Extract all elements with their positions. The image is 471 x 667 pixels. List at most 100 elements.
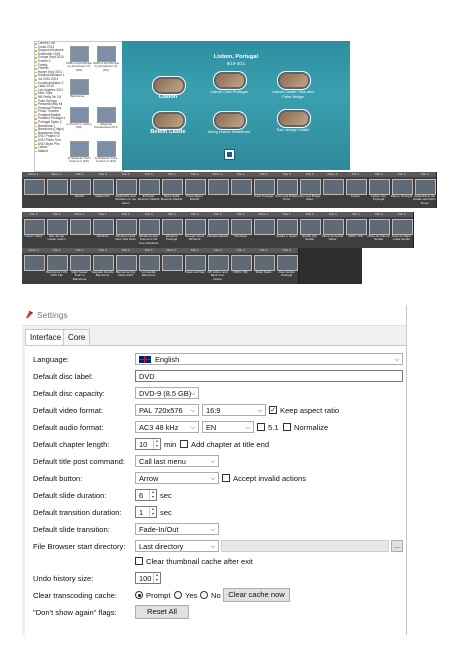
timeline-tile[interactable]: Title 6 Albufeira Beach	[206, 212, 230, 248]
timeline-tile[interactable]: Title 5 Jose Sevilla Portugal	[275, 248, 299, 284]
tile-header: Title 1	[229, 172, 252, 177]
timeline-tile[interactable]: Menu 1	[160, 248, 184, 284]
radio-no[interactable]	[200, 591, 208, 599]
timeline-tile[interactable]: Title 7 The Near	[229, 212, 253, 248]
spinner-arrows-icon[interactable]: ▲ ▼	[149, 490, 156, 500]
timeline-tile[interactable]: Title 1 Seville 1, Spain	[275, 212, 299, 248]
tab-core[interactable]: Core	[63, 329, 91, 345]
spinner-arrows-icon[interactable]: ▲ ▼	[149, 507, 156, 517]
timeline-tile[interactable]: Menu 1	[22, 248, 46, 284]
photo-thumbnail[interactable]	[70, 79, 89, 95]
timeline-tile[interactable]: Title 5 Plaza de l'Opera Sevilla	[367, 212, 391, 248]
tile-caption: Albufeira Hotel View Villa Ryan	[115, 235, 136, 242]
menu-button-label: Sao Jeorge Castle	[276, 127, 310, 132]
timeline-tile[interactable]: Title 2 Lisbon City Portugal	[367, 172, 391, 208]
accept-invalid-checkbox[interactable]	[222, 474, 230, 482]
radio-yes[interactable]	[174, 591, 182, 599]
chapter-length-spinner[interactable]: 10 ▲ ▼	[135, 438, 161, 450]
menu-button-thumbnail[interactable]	[213, 71, 247, 90]
timeline-tile[interactable]: Menu 1	[206, 172, 230, 208]
timeline-tile[interactable]: Title 5 Lisbon Trams	[22, 212, 46, 248]
browser-start-select[interactable]: Last directory ⌵	[135, 540, 219, 552]
clear-thumbnail-checkbox[interactable]	[135, 557, 143, 565]
title-bar[interactable]: Settings	[22, 305, 406, 326]
post-command-select[interactable]: Call last menu ⌵	[135, 455, 219, 467]
timeline-tile[interactable]: Menu 1	[321, 172, 345, 208]
audio-language-select[interactable]: EN ⌵	[202, 421, 254, 433]
radio-prompt[interactable]	[135, 591, 143, 599]
keep-aspect-checkbox[interactable]: ✓	[269, 406, 277, 414]
normalize-checkbox[interactable]	[283, 423, 291, 431]
transition-duration-spinner[interactable]: 1 ▲ ▼	[135, 506, 157, 518]
timeline-tile[interactable]: Title 5 Benagil Caves Albufeira	[183, 212, 207, 248]
timeline-tile[interactable]: Title 6 Park de Maria Luisa Seville	[390, 212, 414, 248]
timeline-tile[interactable]: Title 1 Barcelona 1 CS 2015 Clip	[45, 248, 69, 284]
timeline-tile[interactable]: Title 4 Dom Luis Bridge Video	[298, 172, 322, 208]
surround-51-checkbox[interactable]	[257, 423, 265, 431]
timeline-tile[interactable]: Title 3 Belem, Portugal	[390, 172, 414, 208]
timeline-tile[interactable]: Title 3 Sagrada Familia Barcelona	[91, 248, 115, 284]
photo-thumbnail[interactable]	[97, 107, 116, 123]
audio-format-select[interactable]: AC3 48 kHz ⌵	[135, 421, 199, 433]
timeline-tile[interactable]: Title 1 Madrid	[68, 172, 92, 208]
photo-thumbnail[interactable]	[70, 107, 89, 123]
photo-thumbnail[interactable]	[70, 141, 89, 157]
timeline-tile[interactable]: Title 2 Madrid Pio	[91, 172, 115, 208]
timeline-tile[interactable]: Title 1 Albufeira	[91, 212, 115, 248]
menu-button-thumbnail[interactable]	[152, 111, 186, 130]
timeline-tile[interactable]: Menu 2	[45, 172, 69, 208]
timeline-tile[interactable]: Title 3 Plaza de Sevilla Setas	[321, 212, 345, 248]
tile-header: Title 6	[183, 172, 206, 177]
timeline-tile[interactable]: Title 3 Albufeira Hotel Pool and Old Town…	[137, 212, 161, 248]
timeline-tile[interactable]: Title 5 Reina Sofia Museum Madrid	[160, 172, 184, 208]
timeline-tile[interactable]: Title 1 Travel and Map	[183, 248, 207, 284]
timeline-tile[interactable]: Title 2 Albufeira Hotel View Villa Ryan	[114, 212, 138, 248]
timeline-tile[interactable]: Title 6 Sao Jeorge Castle Lisbon	[45, 212, 69, 248]
disc-capacity-select[interactable]: DVD-9 (8.5 GB) ⌵	[135, 387, 199, 399]
undo-history-spinner[interactable]: 100 ▲ ▼	[135, 572, 161, 584]
slide-transition-select[interactable]: Fade-In/Out ⌵	[135, 523, 219, 535]
aspect-ratio-select[interactable]: 16:9 ⌵	[202, 404, 266, 416]
disc-label-input[interactable]: DVD	[135, 370, 403, 382]
timeline-tile[interactable]: Title 4 El Prado Museum Madrid	[137, 172, 161, 208]
timeline-tile[interactable]: Title 1 Lisbon	[344, 172, 368, 208]
photo-thumbnail[interactable]	[97, 46, 116, 62]
spinner-arrows-icon[interactable]: ▲ ▼	[153, 439, 160, 449]
spinner-arrows-icon[interactable]: ▲ ▼	[153, 573, 160, 583]
home-navigation-icon[interactable]	[224, 149, 235, 160]
timeline-tile[interactable]: Title 2 Porto Portugal	[252, 172, 276, 208]
timeline-tile[interactable]: Title 2 MK Lisbon and Back from Lisbon	[206, 248, 230, 284]
timeline-tile[interactable]: Menu 1	[68, 212, 92, 248]
reset-all-button[interactable]: Reset All	[135, 605, 189, 619]
menu-button-thumbnail[interactable]	[152, 76, 186, 95]
timeline-tile[interactable]: Title 2 High Speed Train to Barcelona	[68, 248, 92, 284]
audio-format-label: Default audio format:	[33, 423, 104, 432]
photo-thumbnail[interactable]	[97, 141, 116, 157]
timeline-tile[interactable]: Title 1	[229, 172, 253, 208]
timeline-tile[interactable]: Title 4 Cathedral in the Estate and Palm …	[413, 172, 437, 208]
video-format-select[interactable]: PAL 720x576 ⌵	[135, 404, 199, 416]
tab-interface[interactable]: Interface	[25, 329, 67, 346]
timeline-tile[interactable]: Title 6 Plaza Mayor Madrid	[183, 172, 207, 208]
clear-cache-button[interactable]: Clear cache now	[223, 588, 290, 602]
timeline-tile[interactable]: Title 4 Maps Spain	[252, 248, 276, 284]
browse-button[interactable]: ...	[391, 540, 403, 552]
menu-button-thumbnail[interactable]	[277, 109, 311, 128]
menu-button-thumbnail[interactable]	[277, 71, 311, 90]
timeline-tile[interactable]: Title 4 Barcelona City Views 2015	[114, 248, 138, 284]
menu-button-thumbnail[interactable]	[213, 111, 247, 130]
language-select[interactable]: English ⌵	[135, 353, 403, 365]
timeline-tile[interactable]: Title 3 MRVL 70S	[229, 248, 253, 284]
timeline-tile[interactable]: Title 4 MRVL 70S	[344, 212, 368, 248]
timeline-tile[interactable]: Title 2 Seville City Sevilla	[298, 212, 322, 248]
timeline-tile[interactable]: Title 4 Albufeira Portugal	[160, 212, 184, 248]
timeline-tile[interactable]: Title 3 Madrid Pio and Westiasi ca. los J…	[114, 172, 138, 208]
slide-duration-spinner[interactable]: 6 ▲ ▼	[135, 489, 157, 501]
photo-thumbnail[interactable]	[70, 46, 89, 62]
timeline-tile[interactable]: Menu 1	[252, 212, 276, 248]
add-chapter-checkbox[interactable]	[180, 440, 188, 448]
timeline-tile[interactable]: Title 3 Dom Luis Bridge Porto	[275, 172, 299, 208]
default-button-select[interactable]: Arrow ⌵	[135, 472, 219, 484]
timeline-tile[interactable]: Menu 1	[22, 172, 46, 208]
timeline-tile[interactable]: Title 5 La Familia Barcelona	[137, 248, 161, 284]
